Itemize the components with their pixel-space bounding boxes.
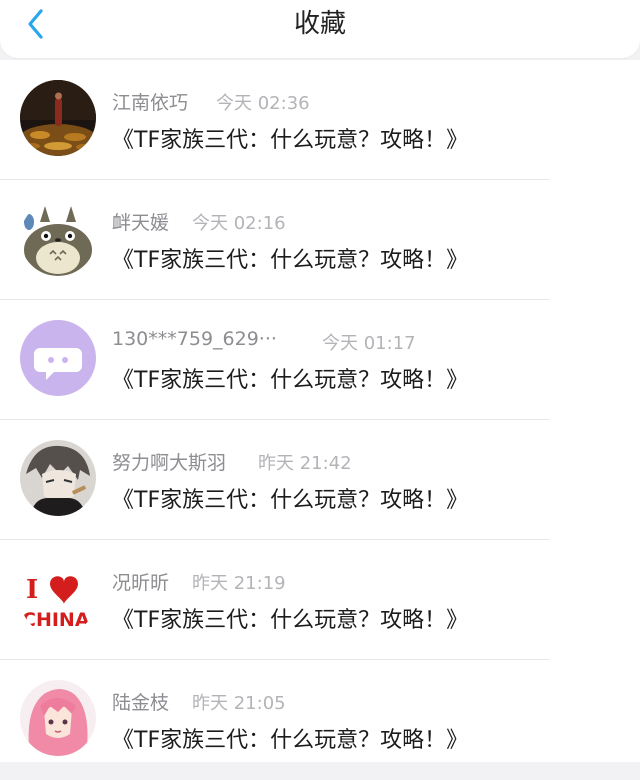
favorite-title[interactable]: 《TF家族三代：什么玩意？攻略！》 [112,722,468,754]
avatar[interactable] [20,440,96,516]
favorite-title[interactable]: 《TF家族三代：什么玩意？攻略！》 [112,602,468,634]
avatar[interactable] [20,320,96,396]
i-love-china-avatar-icon: I CHINA [20,560,96,636]
user-name[interactable]: 况昕昕 [112,568,169,595]
favorite-title[interactable]: 《TF家族三代：什么玩意？攻略！》 [112,482,468,514]
list-item[interactable]: 130***759_629··· 今天 01:17 《TF家族三代：什么玩意？攻… [0,300,640,420]
list-item[interactable]: I CHINA 况昕昕 昨天 21:19 《TF家族三代：什么玩意？攻略！》 [0,540,640,660]
avatar[interactable] [20,200,96,276]
anime-boy-avatar-icon [20,440,96,516]
favorites-list: 江南依巧 今天 02:36 《TF家族三代：什么玩意？攻略！》 衅天媛 今天 0… [0,60,640,762]
user-name[interactable]: 130***759_629··· [112,328,277,350]
user-name[interactable]: 衅天媛 [112,208,169,235]
favorite-title[interactable]: 《TF家族三代：什么玩意？攻略！》 [112,242,468,274]
list-item[interactable]: 江南依巧 今天 02:36 《TF家族三代：什么玩意？攻略！》 [0,60,640,180]
timestamp: 昨天 21:05 [192,693,286,714]
list-item[interactable]: 衅天媛 今天 02:16 《TF家族三代：什么玩意？攻略！》 [0,180,640,300]
timestamp: 昨天 21:42 [258,453,352,474]
page-title: 收藏 [293,9,346,39]
avatar[interactable] [20,80,96,156]
default-chat-avatar-icon [20,320,96,396]
totoro-avatar-icon [20,200,96,276]
timestamp: 今天 02:36 [216,93,310,114]
favorite-title[interactable]: 《TF家族三代：什么玩意？攻略！》 [112,122,468,154]
svg-text:CHINA: CHINA [22,609,90,631]
list-item[interactable]: 努力啊大斯羽 昨天 21:42 《TF家族三代：什么玩意？攻略！》 [0,420,640,540]
list-item[interactable]: 陆金枝 昨天 21:05 《TF家族三代：什么玩意？攻略！》 [0,660,640,780]
user-name[interactable]: 努力啊大斯羽 [112,448,226,475]
svg-text:I: I [26,575,38,605]
monk-statue-avatar-icon [20,80,96,156]
avatar[interactable] [20,680,96,756]
pink-hair-girl-avatar-icon [20,680,96,756]
user-name[interactable]: 陆金枝 [112,688,169,715]
user-name[interactable]: 江南依巧 [112,88,188,115]
avatar[interactable]: I CHINA [20,560,96,636]
favorite-title[interactable]: 《TF家族三代：什么玩意？攻略！》 [112,362,468,394]
timestamp: 昨天 21:19 [192,573,286,594]
timestamp: 今天 02:16 [192,213,286,234]
top-bar: 收藏 [0,0,640,58]
timestamp: 今天 01:17 [322,333,416,354]
